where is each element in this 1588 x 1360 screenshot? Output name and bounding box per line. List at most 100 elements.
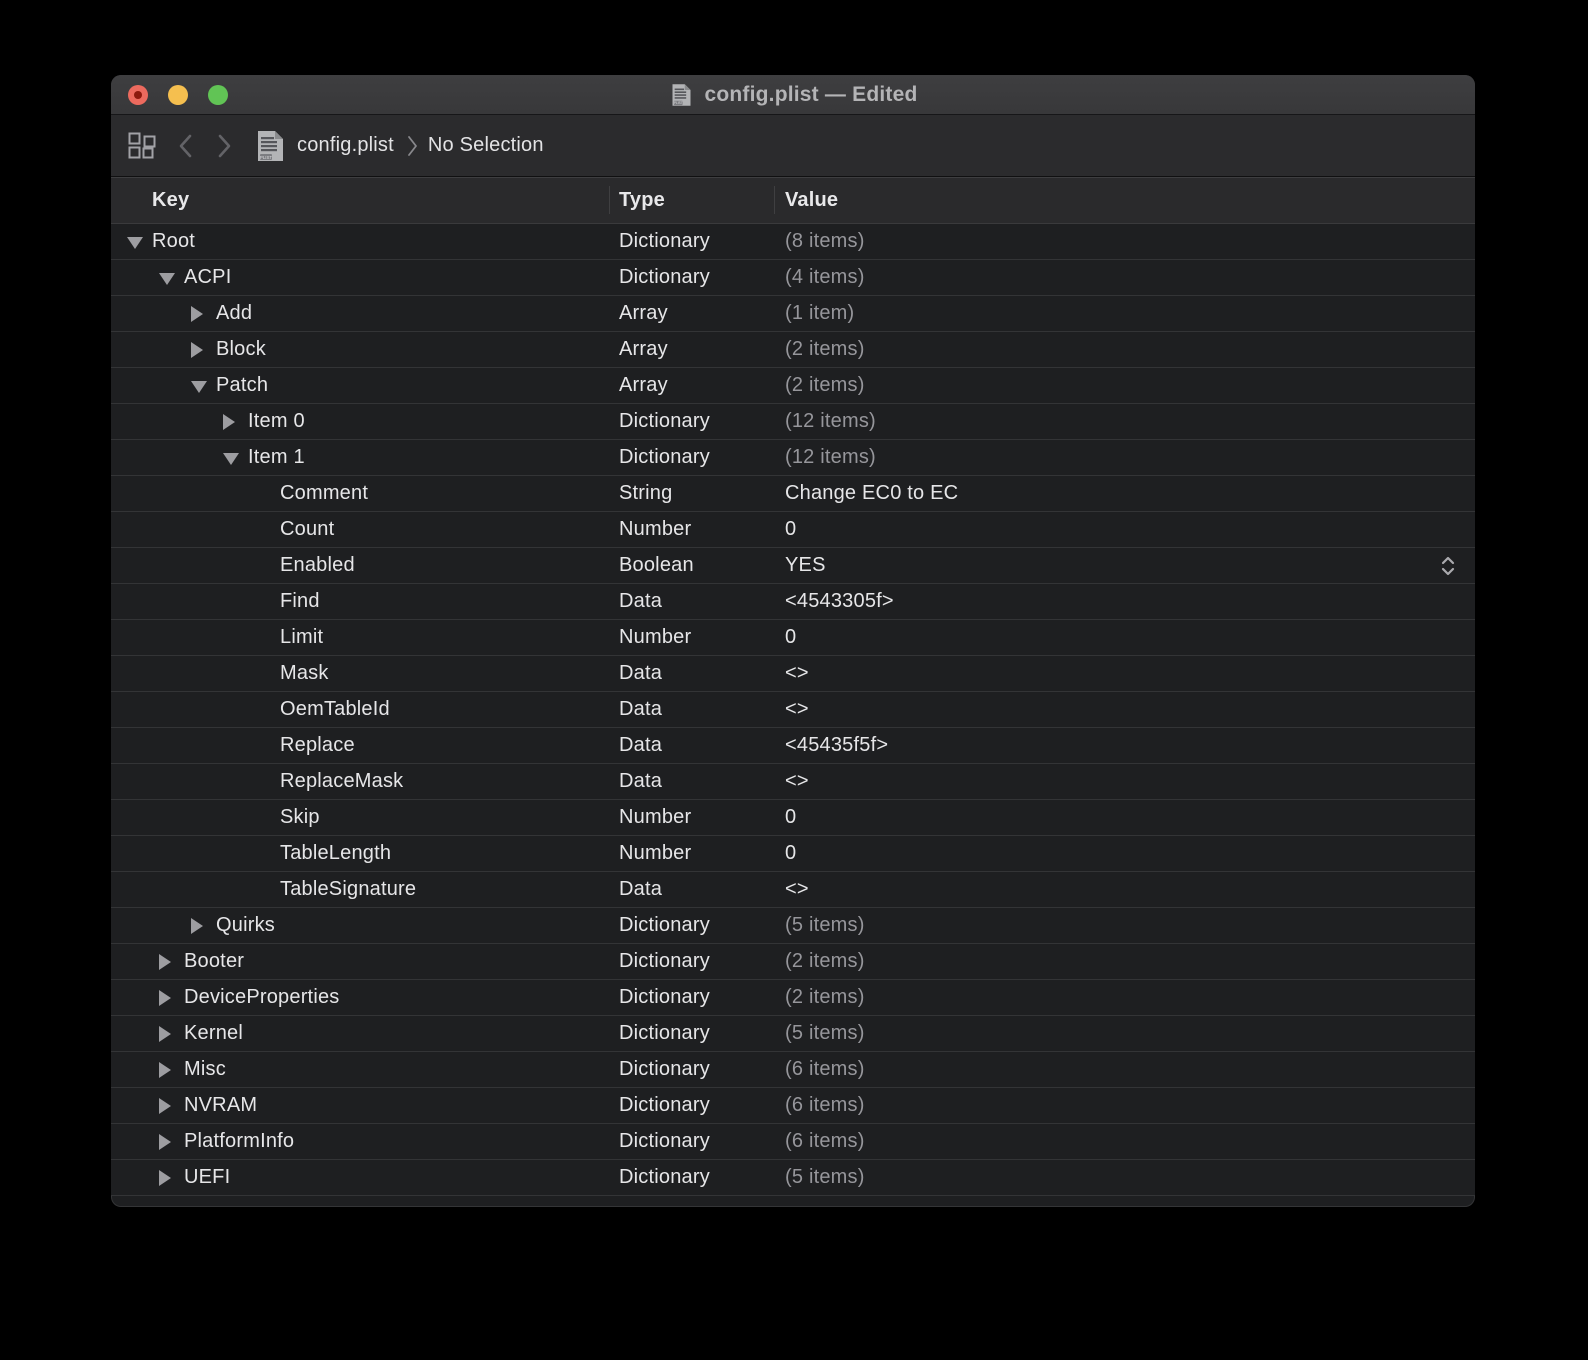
row-type[interactable]: Number xyxy=(619,836,691,871)
column-divider[interactable] xyxy=(774,186,775,214)
table-row[interactable]: SkipNumber0 xyxy=(111,800,1475,836)
row-type[interactable]: Array xyxy=(619,368,668,403)
table-row[interactable]: Add Array (1 item) xyxy=(111,296,1475,332)
disclosure-triangle-collapsed-icon[interactable] xyxy=(159,1098,171,1114)
table-row[interactable]: Quirks Dictionary (5 items) xyxy=(111,908,1475,944)
row-value[interactable]: 0 xyxy=(785,620,796,655)
row-key[interactable]: NVRAM xyxy=(184,1088,257,1123)
disclosure-triangle-expanded-icon[interactable] xyxy=(223,453,239,465)
table-row[interactable]: Enabled Boolean YES xyxy=(111,548,1475,584)
row-key[interactable]: Kernel xyxy=(184,1016,243,1051)
file-proxy-icon[interactable]: PLIST xyxy=(257,130,284,162)
row-value[interactable]: <> xyxy=(785,656,809,691)
row-type[interactable]: Data xyxy=(619,692,662,727)
forward-button[interactable] xyxy=(217,134,232,158)
table-row[interactable]: DevicePropertiesDictionary(2 items) xyxy=(111,980,1475,1016)
row-type[interactable]: Data xyxy=(619,872,662,907)
up-down-chevrons-icon[interactable] xyxy=(1439,554,1457,578)
row-value[interactable]: (6 items) xyxy=(785,1124,865,1159)
breadcrumb-selection[interactable]: No Selection xyxy=(428,134,544,157)
row-key[interactable]: Misc xyxy=(184,1052,226,1087)
row-key[interactable]: ACPI xyxy=(184,260,231,295)
row-type[interactable]: Dictionary xyxy=(619,224,710,259)
row-value[interactable]: (6 items) xyxy=(785,1052,865,1087)
disclosure-triangle-collapsed-icon[interactable] xyxy=(159,990,171,1006)
boolean-value-stepper[interactable] xyxy=(1439,554,1457,578)
row-value[interactable]: Change EC0 to EC xyxy=(785,476,958,511)
row-type[interactable]: String xyxy=(619,476,672,511)
minimize-button[interactable] xyxy=(168,85,188,105)
disclosure-triangle-collapsed-icon[interactable] xyxy=(159,1026,171,1042)
row-type[interactable]: Dictionary xyxy=(619,908,710,943)
row-value[interactable]: (2 items) xyxy=(785,332,865,367)
disclosure-triangle-collapsed-icon[interactable] xyxy=(223,414,235,430)
row-value[interactable]: (5 items) xyxy=(785,908,865,943)
row-key[interactable]: Add xyxy=(216,296,252,331)
row-type[interactable]: Data xyxy=(619,728,662,763)
row-key[interactable]: TableSignature xyxy=(280,872,416,907)
column-header-key[interactable]: Key xyxy=(152,177,189,223)
row-value[interactable]: (5 items) xyxy=(785,1016,865,1051)
row-type[interactable]: Dictionary xyxy=(619,1016,710,1051)
row-value[interactable]: <45435f5f> xyxy=(785,728,888,763)
row-value[interactable]: (12 items) xyxy=(785,404,876,439)
row-key[interactable]: Patch xyxy=(216,368,268,403)
table-row[interactable]: Item 1Dictionary(12 items) xyxy=(111,440,1475,476)
disclosure-triangle-expanded-icon[interactable] xyxy=(191,381,207,393)
table-row[interactable]: MaskData<> xyxy=(111,656,1475,692)
row-key[interactable]: Item 1 xyxy=(248,440,305,475)
row-value[interactable]: (12 items) xyxy=(785,440,876,475)
row-type[interactable]: Number xyxy=(619,800,691,835)
row-value[interactable]: (8 items) xyxy=(785,224,865,259)
row-key[interactable]: Count xyxy=(280,512,334,547)
table-row[interactable]: ReplaceData<45435f5f> xyxy=(111,728,1475,764)
row-type[interactable]: Dictionary xyxy=(619,260,710,295)
row-key[interactable]: Booter xyxy=(184,944,244,979)
disclosure-triangle-collapsed-icon[interactable] xyxy=(159,1170,171,1186)
table-row[interactable]: Item 0Dictionary(12 items) xyxy=(111,404,1475,440)
disclosure-triangle-collapsed-icon[interactable] xyxy=(191,306,203,322)
table-row[interactable]: NVRAMDictionary(6 items) xyxy=(111,1088,1475,1124)
row-value[interactable]: <> xyxy=(785,692,809,727)
row-value[interactable]: <> xyxy=(785,872,809,907)
disclosure-triangle-collapsed-icon[interactable] xyxy=(191,918,203,934)
row-value[interactable]: (1 item) xyxy=(785,296,854,331)
table-row[interactable]: Limit Number 0 xyxy=(111,620,1475,656)
row-type[interactable]: Boolean xyxy=(619,548,694,583)
row-type[interactable]: Number xyxy=(619,512,691,547)
row-key[interactable]: Enabled xyxy=(280,548,355,583)
row-value[interactable]: <> xyxy=(785,764,809,799)
row-key[interactable]: Quirks xyxy=(216,908,275,943)
table-row[interactable]: PlatformInfoDictionary(6 items) xyxy=(111,1124,1475,1160)
column-header-type[interactable]: Type xyxy=(619,177,665,223)
row-type[interactable]: Dictionary xyxy=(619,404,710,439)
table-row[interactable]: BooterDictionary(2 items) xyxy=(111,944,1475,980)
row-key[interactable]: DeviceProperties xyxy=(184,980,340,1015)
close-button[interactable] xyxy=(128,85,148,105)
related-items-icon[interactable] xyxy=(128,132,156,159)
row-value[interactable]: <4543305f> xyxy=(785,584,894,619)
row-key[interactable]: ReplaceMask xyxy=(280,764,403,799)
row-type[interactable]: Array xyxy=(619,332,668,367)
row-type[interactable]: Data xyxy=(619,656,662,691)
row-type[interactable]: Data xyxy=(619,584,662,619)
row-value[interactable]: YES xyxy=(785,548,826,583)
row-key[interactable]: Limit xyxy=(280,620,323,655)
row-key[interactable]: TableLength xyxy=(280,836,391,871)
disclosure-triangle-collapsed-icon[interactable] xyxy=(159,1134,171,1150)
table-row[interactable]: ReplaceMask Data <> xyxy=(111,764,1475,800)
table-row[interactable]: CountNumber0 xyxy=(111,512,1475,548)
table-row[interactable]: Root Dictionary (8 items) xyxy=(111,224,1475,260)
back-button[interactable] xyxy=(178,134,193,158)
table-row[interactable]: BlockArray(2 items) xyxy=(111,332,1475,368)
table-row[interactable]: UEFIDictionary(5 items) xyxy=(111,1160,1475,1196)
row-type[interactable]: Number xyxy=(619,620,691,655)
row-key[interactable]: Find xyxy=(280,584,320,619)
table-row[interactable]: Patch Array (2 items) xyxy=(111,368,1475,404)
row-value[interactable]: (2 items) xyxy=(785,368,865,403)
row-value[interactable]: (2 items) xyxy=(785,980,865,1015)
row-type[interactable]: Array xyxy=(619,296,668,331)
row-type[interactable]: Data xyxy=(619,764,662,799)
row-key[interactable]: UEFI xyxy=(184,1160,230,1195)
row-key[interactable]: Root xyxy=(152,224,195,259)
